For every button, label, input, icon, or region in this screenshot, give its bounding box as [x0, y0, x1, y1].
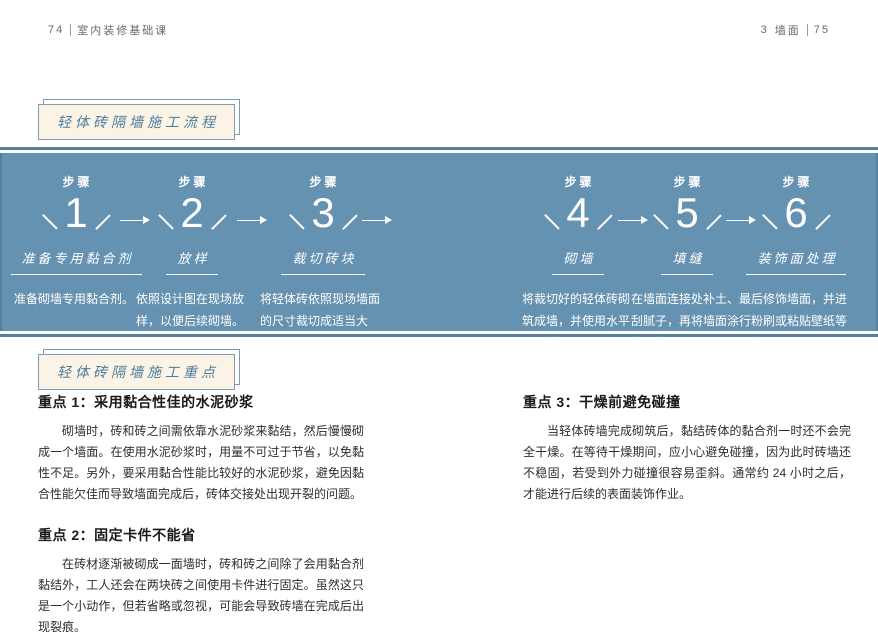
keypoint-body: 在砖材逐渐被砌成一面墙时，砖和砖之间除了会用黏合剂黏结外，工人还会在两块砖之间使…	[38, 554, 364, 638]
chevron-left-icon	[289, 214, 304, 229]
step-label: 步骤	[59, 173, 92, 190]
chevron-right-icon	[706, 214, 721, 229]
section-title-box-keypoints: 轻体砖隔墙施工重点	[38, 354, 235, 390]
step-description: 依照设计图在现场放样，以便后续砌墙。	[136, 288, 248, 332]
chevron-left-icon	[544, 214, 559, 229]
process-band-fill: 步骤 1 准备专用黏合剂 准备砌墙专用黏合剂。 步骤 2 放样 依照设计图在现场…	[0, 153, 878, 331]
step-number-row: 1	[49, 191, 103, 235]
step-number: 6	[784, 191, 807, 235]
step-name: 砌墙	[552, 248, 603, 275]
section-title-process: 轻体砖隔墙施工流程	[38, 104, 235, 140]
step-1: 步骤 1 准备专用黏合剂 准备砌墙专用黏合剂。	[12, 173, 140, 310]
chevron-left-icon	[158, 214, 173, 229]
chevron-right-icon	[95, 214, 110, 229]
keypoint-1: 重点 1：采用黏合性佳的水泥砂浆 砌墙时，砖和砖之间需依靠水泥砂浆来黏结，然后慢…	[38, 392, 364, 505]
chevron-right-icon	[211, 214, 226, 229]
step-number-row: 3	[296, 191, 350, 235]
step-description: 准备砌墙专用黏合剂。	[14, 288, 138, 310]
chapter-number: 3	[761, 24, 769, 36]
chevron-right-icon	[815, 214, 830, 229]
step-4: 步骤 4 砌墙 将裁切好的轻体砖砌筑成墙，并使用水平工具辅助测量。	[520, 173, 636, 354]
step-6: 步骤 6 装饰面处理 最后修饰墙面，并进行粉刷或粘贴壁纸等作业。	[736, 173, 856, 354]
section-title-box-process: 轻体砖隔墙施工流程	[38, 104, 235, 140]
step-number-row: 6	[769, 191, 823, 235]
running-head-right: 3 墙面 75	[761, 22, 830, 38]
right-arrow-icon	[362, 215, 392, 225]
keypoint-heading: 重点 1：采用黏合性佳的水泥砂浆	[38, 392, 364, 412]
step-label: 步骤	[175, 173, 208, 190]
keypoint-3: 重点 3：干燥前避免碰撞 当轻体砖墙完成砌筑后，黏结砖体的黏合剂一时还不会完全干…	[523, 392, 851, 505]
step-label: 步骤	[561, 173, 594, 190]
step-number-row: 2	[165, 191, 219, 235]
right-arrow-icon	[618, 215, 648, 225]
keypoint-body: 当轻体砖墙完成砌筑后，黏结砖体的黏合剂一时还不会完全干燥。在等待干燥期间，应小心…	[523, 421, 851, 505]
book-spread: { "header_left": { "page_number": "74", …	[0, 0, 878, 620]
step-description: 最后修饰墙面，并进行粉刷或粘贴壁纸等作业。	[739, 288, 853, 354]
step-3: 步骤 3 裁切砖块 将轻体砖依照现场墙面的尺寸裁切成适当大小。	[257, 173, 389, 354]
keypoint-2: 重点 2：固定卡件不能省 在砖材逐渐被砌成一面墙时，砖和砖之间除了会用黏合剂黏结…	[38, 525, 364, 638]
keypoint-body: 砌墙时，砖和砖之间需依靠水泥砂浆来黏结，然后慢慢砌成一个墙面。在使用水泥砂浆时，…	[38, 421, 364, 505]
keypoint-heading: 重点 3：干燥前避免碰撞	[523, 392, 851, 412]
step-name: 准备专用黏合剂	[11, 248, 142, 275]
keypoints-right-column: 重点 3：干燥前避免碰撞 当轻体砖墙完成砌筑后，黏结砖体的黏合剂一时还不会完全干…	[523, 392, 851, 505]
chevron-left-icon	[42, 214, 57, 229]
chapter-title: 墙面	[775, 22, 801, 38]
keypoint-heading: 重点 2：固定卡件不能省	[38, 525, 364, 545]
step-name: 装饰面处理	[746, 248, 845, 275]
running-head-left: 74 室内装修基础课	[48, 22, 168, 38]
step-name: 填缝	[661, 248, 712, 275]
step-number-row: 4	[551, 191, 605, 235]
page-number-right: 75	[814, 24, 830, 36]
step-2: 步骤 2 放样 依照设计图在现场放样，以便后续砌墙。	[128, 173, 256, 332]
right-arrow-icon	[237, 215, 267, 225]
step-5: 步骤 5 填缝 在墙面连接处补土、刮腻子，再将墙面涂抹平整。	[629, 173, 745, 354]
header-divider	[70, 24, 71, 36]
step-number: 1	[64, 191, 87, 235]
step-name: 裁切砖块	[281, 248, 364, 275]
step-label: 步骤	[306, 173, 339, 190]
chevron-left-icon	[762, 214, 777, 229]
chevron-right-icon	[597, 214, 612, 229]
step-label: 步骤	[670, 173, 703, 190]
step-name: 放样	[166, 248, 217, 275]
step-number: 4	[566, 191, 589, 235]
step-number-row: 5	[660, 191, 714, 235]
process-band: 步骤 1 准备专用黏合剂 准备砌墙专用黏合剂。 步骤 2 放样 依照设计图在现场…	[0, 147, 878, 337]
step-description: 将轻体砖依照现场墙面的尺寸裁切成适当大小。	[260, 288, 386, 354]
step-number: 5	[675, 191, 698, 235]
chevron-left-icon	[653, 214, 668, 229]
right-arrow-icon	[120, 215, 150, 225]
right-arrow-icon	[726, 215, 756, 225]
step-number: 3	[311, 191, 334, 235]
page-number-left: 74	[48, 24, 64, 36]
step-description: 将裁切好的轻体砖砌筑成墙，并使用水平工具辅助测量。	[522, 288, 634, 354]
step-description: 在墙面连接处补土、刮腻子，再将墙面涂抹平整。	[631, 288, 743, 354]
step-number: 2	[180, 191, 203, 235]
section-title-keypoints: 轻体砖隔墙施工重点	[38, 354, 235, 390]
step-label: 步骤	[779, 173, 812, 190]
chevron-right-icon	[342, 214, 357, 229]
header-divider	[807, 24, 808, 36]
keypoints-left-column: 重点 1：采用黏合性佳的水泥砂浆 砌墙时，砖和砖之间需依靠水泥砂浆来黏结，然后慢…	[38, 392, 364, 638]
book-title: 室内装修基础课	[77, 22, 168, 38]
